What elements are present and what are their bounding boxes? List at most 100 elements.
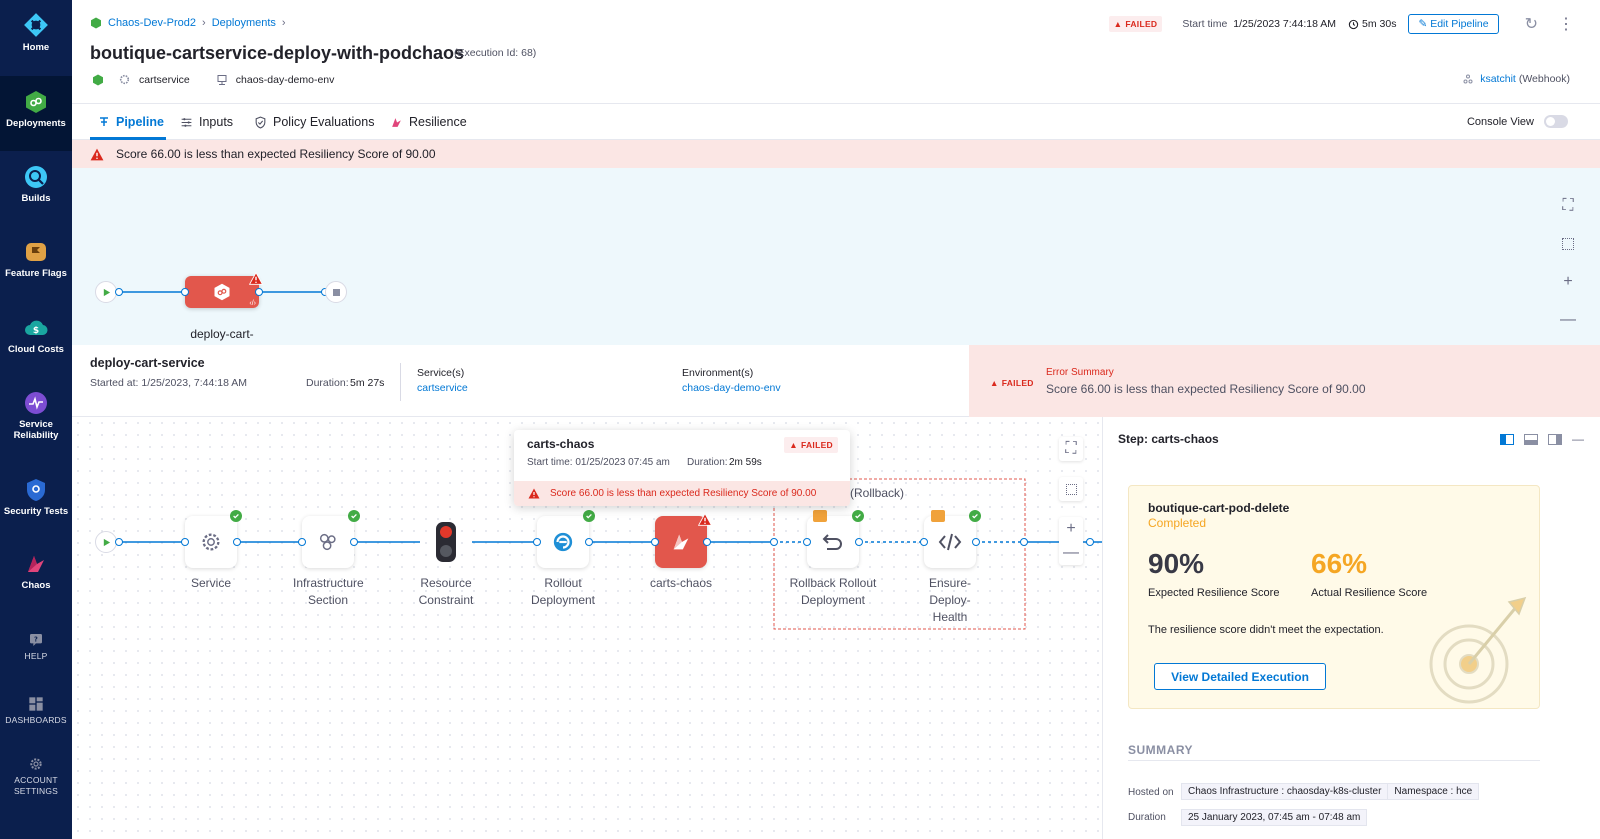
stage-started-at: Started at: 1/25/2023, 7:44:18 AM xyxy=(90,377,248,389)
nav-cloud-costs[interactable]: $ Cloud Costs xyxy=(0,316,72,355)
step-success-check-icon xyxy=(348,510,360,522)
select-area-icon[interactable] xyxy=(1059,477,1083,501)
tab-policy-evaluations[interactable]: Policy Evaluations xyxy=(254,115,374,129)
zoom-out-icon[interactable]: — xyxy=(1063,541,1079,565)
sidebar: Home Deployments Builds Feature Flags $ … xyxy=(0,0,72,839)
zoom-out-icon[interactable]: — xyxy=(1558,310,1578,330)
step-port xyxy=(585,538,593,546)
step-port xyxy=(233,538,241,546)
nav-help[interactable]: ? HELP xyxy=(0,632,72,662)
step-ensure-deploy-health[interactable] xyxy=(924,516,976,568)
nav-home-label: Home xyxy=(22,42,50,53)
tab-resilience-label: Resilience xyxy=(409,115,467,129)
edit-pipeline-button[interactable]: ✎ Edit Pipeline xyxy=(1408,14,1499,34)
layout-right-icon[interactable] xyxy=(1500,433,1514,445)
step-port xyxy=(803,538,811,546)
tab-pipeline-label: Pipeline xyxy=(116,115,164,129)
breadcrumb-deployments[interactable]: Deployments xyxy=(212,17,276,29)
nav-cloud-costs-label: Cloud Costs xyxy=(8,344,64,355)
namespace-chip: Namespace : hce xyxy=(1388,783,1480,800)
service-gear-icon xyxy=(119,74,130,85)
expected-score-label: Expected Resilience Score xyxy=(1148,587,1280,599)
experiment-name: boutique-cart-pod-delete xyxy=(1148,501,1290,515)
help-icon: ? xyxy=(30,634,42,646)
duration-value: 5m 30s xyxy=(1362,18,1397,30)
stage-port xyxy=(181,288,189,296)
step-rollback-rollout-deployment[interactable] xyxy=(807,516,859,568)
execution-tabs: Pipeline Inputs Policy Evaluations Resil… xyxy=(72,104,1600,140)
step-port xyxy=(920,538,928,546)
nav-dashboards[interactable]: DASHBOARDS xyxy=(0,696,72,726)
trigger-user[interactable]: ksatchit xyxy=(1480,73,1516,85)
step-label-infrastructure: Infrastructure Section xyxy=(293,576,364,607)
pipeline-title: boutique-cartservice-deploy-with-podchao… xyxy=(90,43,465,63)
tab-policy-evaluations-label: Policy Evaluations xyxy=(273,115,375,129)
service-reliability-icon xyxy=(25,392,47,414)
step-port xyxy=(972,538,980,546)
nav-service-reliability[interactable]: Service Reliability xyxy=(0,391,72,441)
rollback-label: (Rollback) xyxy=(850,486,905,500)
step-label-rollback-rollout: Rollback Rollout Deployment xyxy=(789,576,877,607)
nav-service-reliability-label: Service Reliability xyxy=(13,419,59,441)
minimize-icon[interactable]: — xyxy=(1572,432,1584,446)
code-script-icon xyxy=(938,533,962,551)
breadcrumb-separator-icon: › xyxy=(281,17,286,29)
view-detailed-execution-label: View Detailed Execution xyxy=(1171,669,1309,684)
layout-float-icon[interactable] xyxy=(1548,433,1562,445)
step-rollout-deployment[interactable] xyxy=(537,516,589,568)
error-banner: Score 66.00 is less than expected Resili… xyxy=(72,140,1600,168)
tab-inputs[interactable]: Inputs xyxy=(180,115,233,129)
builds-icon xyxy=(25,166,47,188)
step-label-resource-constraint: Resource Constraint xyxy=(418,576,474,607)
pencil-icon: ✎ xyxy=(1418,18,1428,30)
hosted-on-label: Hosted on xyxy=(1128,787,1174,798)
pipeline-start-node xyxy=(95,281,117,303)
select-area-icon[interactable] xyxy=(1558,234,1578,254)
view-detailed-execution-button[interactable]: View Detailed Execution xyxy=(1154,663,1326,690)
layout-bottom-icon[interactable] xyxy=(1524,433,1538,445)
rollout-icon xyxy=(553,532,573,552)
environments-link[interactable]: chaos-day-demo-env xyxy=(682,382,781,394)
summary-divider xyxy=(1128,760,1540,761)
fit-screen-icon[interactable]: ⛶ xyxy=(1059,437,1083,461)
actual-score-label: Actual Resilience Score xyxy=(1311,587,1428,599)
nav-chaos[interactable]: Chaos xyxy=(0,552,72,591)
stage-node-deploy-cart[interactable]: ‹/› xyxy=(185,276,259,308)
services-link[interactable]: cartservice xyxy=(417,382,468,394)
stage-graph xyxy=(119,291,325,293)
settings-gear-icon xyxy=(30,758,42,770)
deployment-stage-icon xyxy=(214,283,230,301)
stage-failed-warning-icon xyxy=(249,272,263,285)
step-service[interactable] xyxy=(185,516,237,568)
nav-feature-flags[interactable]: Feature Flags xyxy=(0,240,72,279)
step-port xyxy=(298,538,306,546)
tab-pipeline[interactable]: Pipeline xyxy=(98,115,164,129)
execution-id: (Execution Id: 68) xyxy=(454,47,537,59)
more-options-icon[interactable]: ⋮ xyxy=(1558,14,1574,34)
step-port xyxy=(115,538,123,546)
error-warning-icon xyxy=(528,488,540,499)
pipeline-tab-icon xyxy=(100,117,108,126)
nav-builds[interactable]: Builds xyxy=(0,165,72,204)
step-infrastructure-section[interactable] xyxy=(302,516,354,568)
refresh-icon[interactable]: ↻ xyxy=(1525,14,1538,34)
tab-resilience[interactable]: Resilience xyxy=(390,115,467,129)
breadcrumb-project[interactable]: Chaos-Dev-Prod2 xyxy=(108,17,196,29)
step-resource-constraint[interactable] xyxy=(420,516,472,568)
nav-security-tests[interactable]: Security Tests xyxy=(0,478,72,517)
environments-label: Environment(s) xyxy=(682,367,754,379)
error-summary-panel: ▲ FAILED Error Summary Score 66.00 is le… xyxy=(969,345,1600,417)
console-view-toggle[interactable] xyxy=(1544,115,1568,128)
clock-icon xyxy=(1348,19,1359,29)
infrastructure-icon xyxy=(319,533,336,551)
nav-account-settings[interactable]: ACCOUNT SETTINGS xyxy=(0,756,72,797)
nav-home[interactable]: Home xyxy=(0,12,72,72)
svg-text:?: ? xyxy=(34,635,38,643)
fit-screen-icon[interactable]: ⛶ xyxy=(1558,196,1578,216)
nav-deployments-label: Deployments xyxy=(6,118,66,129)
nav-deployments[interactable]: Deployments xyxy=(0,76,72,151)
step-success-check-icon xyxy=(230,510,242,522)
nav-chaos-label: Chaos xyxy=(21,580,51,591)
zoom-in-icon[interactable]: + xyxy=(1558,272,1578,292)
zoom-in-icon[interactable]: + xyxy=(1066,517,1075,541)
